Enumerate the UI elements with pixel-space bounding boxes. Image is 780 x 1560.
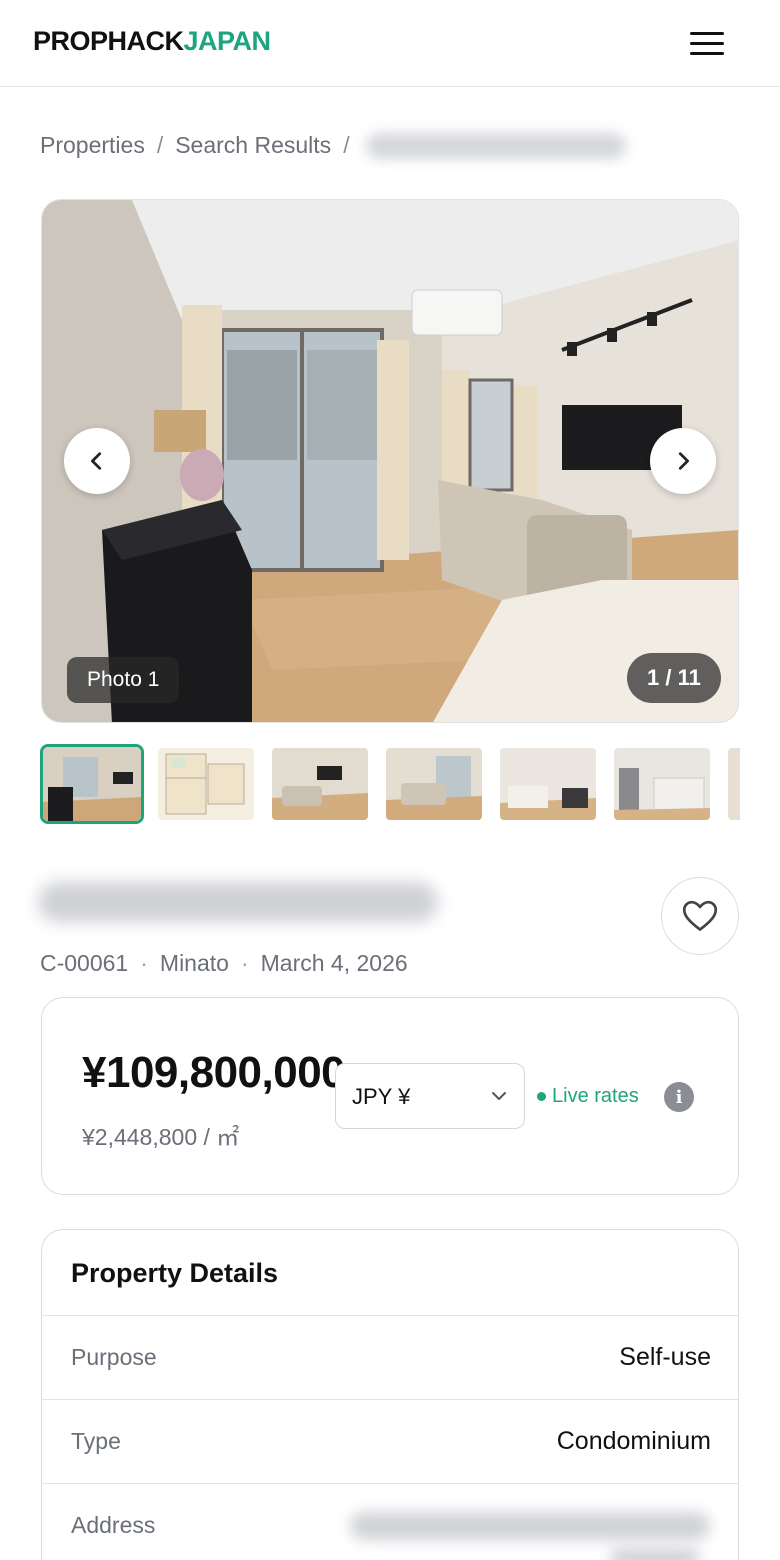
details-row-address: Address bbox=[42, 1483, 738, 1560]
price-card: ¥109,800,000 ¥2,448,800 / ㎡ JPY ¥ Live r… bbox=[41, 997, 739, 1195]
heart-icon bbox=[682, 900, 718, 931]
site-header: PROPHACKJAPAN bbox=[0, 0, 780, 87]
price-per-sqm: ¥2,448,800 / ㎡ bbox=[82, 1124, 240, 1150]
breadcrumb-separator: / bbox=[343, 132, 350, 158]
breadcrumb-current-redacted bbox=[365, 132, 626, 159]
live-status-dot bbox=[537, 1092, 546, 1101]
logo-japan: JAPAN bbox=[183, 26, 272, 56]
property-details-card: Property Details Purpose Self-use Type C… bbox=[41, 1229, 739, 1560]
breadcrumb-separator: / bbox=[156, 132, 164, 158]
info-icon[interactable]: i bbox=[664, 1082, 694, 1112]
thumbnail-3[interactable] bbox=[272, 748, 368, 820]
property-meta: C-00061 · Minato · March 4, 2026 bbox=[40, 950, 408, 976]
chevron-down-icon bbox=[492, 1092, 506, 1100]
chevron-left-icon bbox=[91, 452, 102, 470]
breadcrumb-properties[interactable]: Properties bbox=[40, 132, 145, 159]
photo-label: Photo 1 bbox=[67, 657, 180, 703]
property-title-redacted bbox=[38, 882, 438, 922]
property-id: C-00061 bbox=[40, 950, 129, 976]
thumbnail-5[interactable] bbox=[500, 748, 596, 820]
details-row-purpose: Purpose Self-use bbox=[42, 1315, 738, 1399]
details-value: Condominium bbox=[556, 1427, 711, 1455]
breadcrumb: Properties / Search Results / bbox=[40, 132, 626, 159]
thumbnail-6[interactable] bbox=[614, 748, 710, 820]
details-label: Type bbox=[71, 1428, 121, 1454]
details-title: Property Details bbox=[71, 1258, 279, 1288]
property-date: March 4, 2026 bbox=[260, 950, 408, 976]
favorite-button[interactable] bbox=[661, 877, 739, 955]
currency-select[interactable]: JPY ¥ bbox=[335, 1063, 525, 1129]
gallery-prev-button[interactable] bbox=[64, 428, 130, 494]
thumbnail-strip bbox=[40, 744, 740, 824]
thumbnail-2-floorplan[interactable] bbox=[158, 748, 254, 820]
gallery-next-button[interactable] bbox=[650, 428, 716, 494]
details-value: Self-use bbox=[619, 1343, 711, 1371]
property-ward: Minato bbox=[159, 950, 229, 976]
details-label: Address bbox=[71, 1512, 156, 1538]
currency-value: JPY ¥ bbox=[352, 1084, 411, 1109]
live-rates-label: Live rates bbox=[552, 1085, 639, 1107]
price-main: ¥109,800,000 bbox=[82, 1048, 346, 1097]
details-label: Purpose bbox=[71, 1344, 157, 1370]
site-logo[interactable]: PROPHACKJAPAN bbox=[33, 26, 271, 57]
breadcrumb-search-results[interactable]: Search Results bbox=[175, 132, 331, 159]
photo-gallery: Photo 1 1 / 11 bbox=[41, 199, 739, 723]
live-rates-indicator: Live rates bbox=[537, 1085, 639, 1108]
thumbnail-7[interactable] bbox=[728, 748, 740, 820]
chevron-right-icon bbox=[678, 452, 689, 470]
photo-counter: 1 / 11 bbox=[627, 653, 721, 703]
thumbnail-1[interactable] bbox=[40, 744, 144, 824]
address-value-redacted bbox=[350, 1512, 710, 1540]
details-row-type: Type Condominium bbox=[42, 1399, 738, 1483]
address-value-redacted bbox=[610, 1548, 700, 1560]
logo-prophack: PROPHACK bbox=[33, 26, 184, 56]
thumbnail-4[interactable] bbox=[386, 748, 482, 820]
main-photo bbox=[42, 200, 738, 722]
hamburger-menu-icon[interactable] bbox=[690, 31, 726, 57]
